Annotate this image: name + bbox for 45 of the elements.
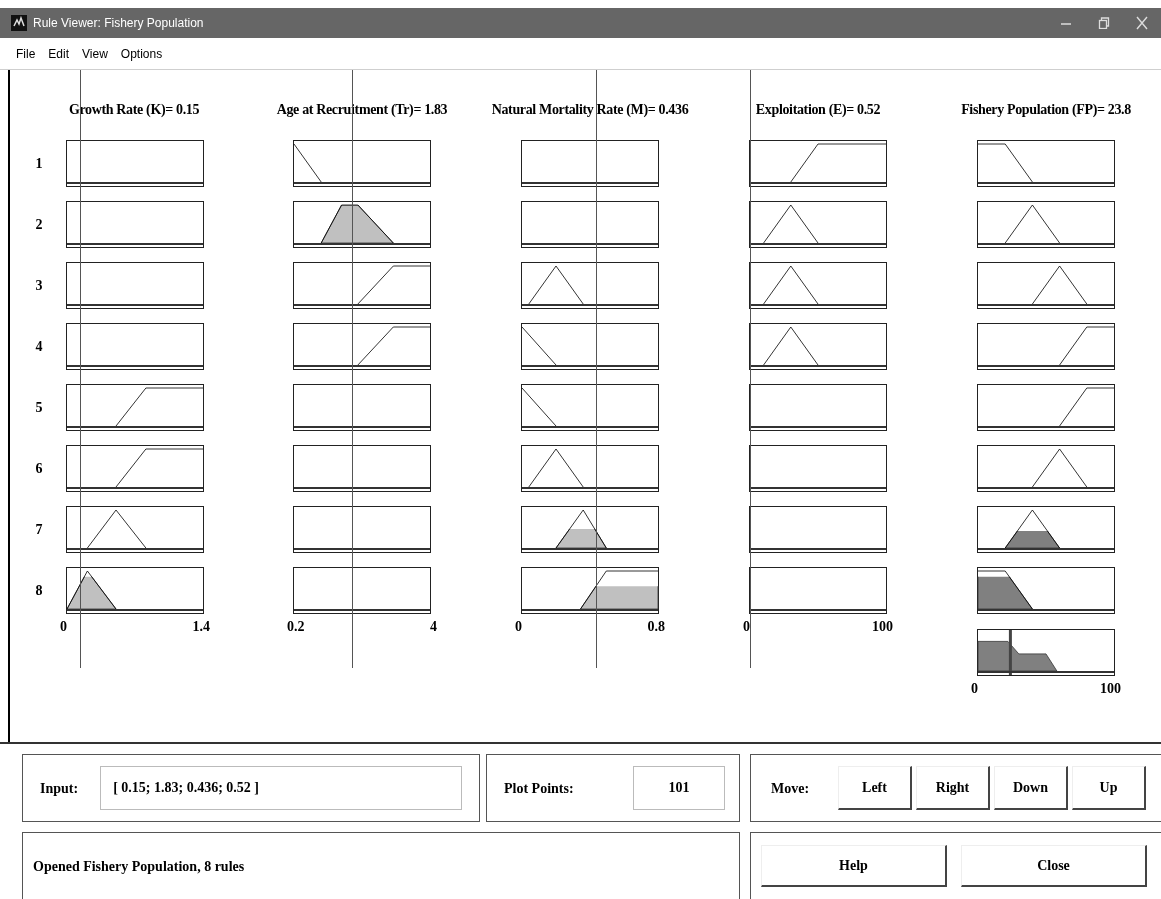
window-title: Rule Viewer: Fishery Population (33, 15, 204, 32)
plot-points-field[interactable]: 101 (633, 766, 725, 810)
rule-number: 7 (35, 521, 43, 539)
rule-number: 4 (35, 338, 43, 356)
rule-number: 2 (35, 216, 43, 234)
restore-icon[interactable] (1098, 17, 1110, 29)
axis-label: 1.4 (192, 618, 210, 636)
axis-label: 100 (1100, 680, 1121, 698)
axis-label: 0 (971, 680, 978, 698)
rule-number: 6 (35, 460, 43, 478)
dialog-button[interactable]: Close (961, 845, 1147, 887)
menu-item[interactable]: View (82, 44, 108, 63)
plot-points-label: Plot Points: (504, 779, 574, 798)
dialog-button[interactable]: Help (761, 845, 947, 887)
move-button[interactable]: Left (838, 766, 912, 810)
rule-number: 8 (35, 582, 43, 600)
input-label: Input: (40, 779, 79, 798)
axis-label: 0 (515, 618, 522, 636)
input-field[interactable]: [ 0.15; 1.83; 0.436; 0.52 ] (100, 766, 462, 810)
axis-label: 4 (430, 618, 437, 636)
rule-number: 1 (35, 155, 43, 173)
axis-label: 0.2 (287, 618, 305, 636)
rule-number: 3 (35, 277, 43, 295)
move-button[interactable]: Right (916, 766, 990, 810)
variable-title: Exploitation (E)= 0.52 (755, 101, 881, 119)
variable-title: Fishery Population (FP)= 23.8 (961, 101, 1131, 119)
axis-label: 0 (743, 618, 750, 636)
move-button[interactable]: Down (994, 766, 1068, 810)
move-button[interactable]: Up (1072, 766, 1146, 810)
status-text: Opened Fishery Population, 8 rules (33, 857, 245, 876)
app-icon (11, 15, 27, 31)
rule-number: 5 (35, 399, 43, 417)
axis-label: 0.8 (647, 618, 665, 636)
input-line[interactable] (352, 70, 354, 668)
menu-item[interactable]: File (16, 44, 36, 63)
input-line[interactable] (596, 70, 598, 668)
input-line[interactable] (749, 70, 751, 668)
menu-item[interactable]: Edit (48, 44, 70, 63)
move-label: Move: (771, 779, 811, 798)
close-icon[interactable] (1136, 16, 1148, 30)
variable-title: Natural Mortality Rate (M)= 0.436 (491, 101, 689, 119)
axis-label: 0 (60, 618, 67, 636)
axis-label: 100 (872, 618, 893, 636)
menu-item[interactable]: Options (120, 44, 163, 63)
input-line[interactable] (80, 70, 82, 668)
